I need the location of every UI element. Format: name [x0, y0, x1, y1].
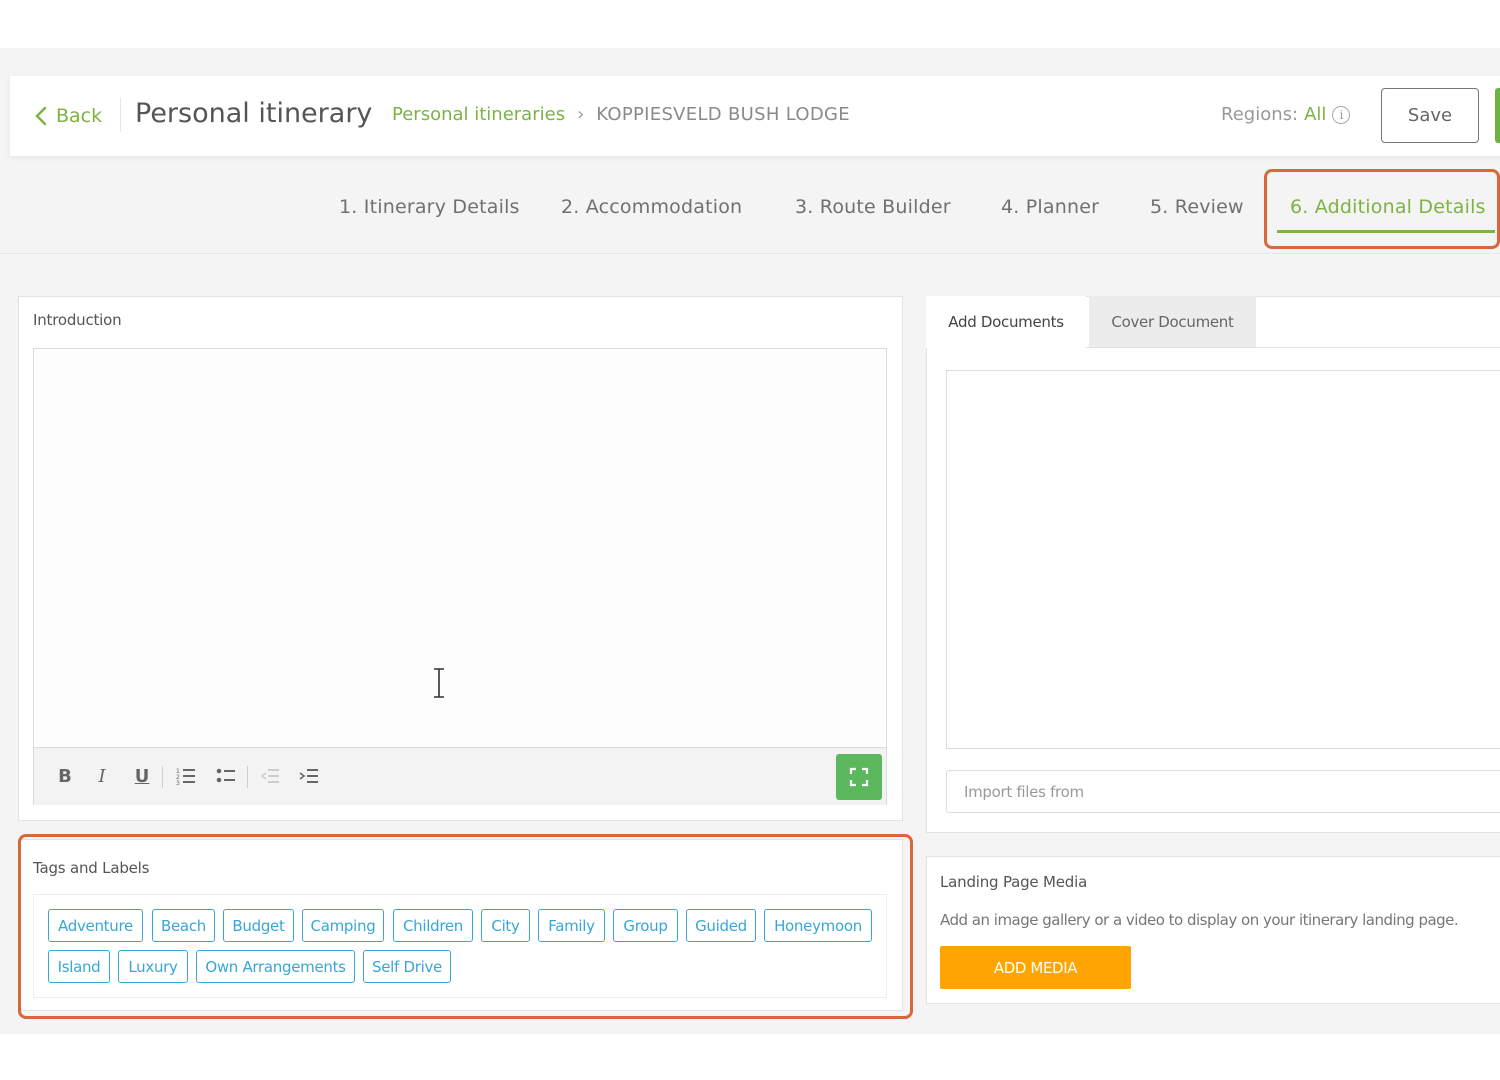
tab-add-documents[interactable]: Add Documents	[926, 296, 1086, 348]
fullscreen-button[interactable]	[836, 754, 882, 800]
tag-island[interactable]: Island	[48, 950, 110, 983]
back-button[interactable]: Back	[34, 100, 102, 132]
header-divider	[120, 98, 121, 132]
tag-group[interactable]: Group	[613, 909, 678, 942]
save-button[interactable]: Save	[1381, 88, 1479, 143]
page-title: Personal itinerary	[135, 98, 373, 129]
landing-media-description: Add an image gallery or a video to displ…	[940, 911, 1459, 929]
tab-cover-document[interactable]: Cover Document	[1089, 296, 1256, 348]
breadcrumb-current: KOPPIESVELD BUSH LODGE	[596, 104, 850, 125]
step-accommodation[interactable]: 2. Accommodation	[561, 196, 742, 218]
text-cursor-icon	[434, 668, 444, 698]
chevron-right-icon: ›	[577, 104, 585, 125]
info-icon[interactable]: i	[1332, 105, 1351, 124]
editor-toolbar: B I U 123	[34, 747, 886, 805]
tag-self-drive[interactable]: Self Drive	[363, 950, 451, 983]
tag-own-arrangements[interactable]: Own Arrangements	[196, 950, 355, 983]
indent-icon[interactable]	[297, 764, 321, 788]
outdent-icon[interactable]	[258, 764, 282, 788]
tag-beach[interactable]: Beach	[152, 909, 215, 942]
tag-honeymoon[interactable]: Honeymoon	[764, 909, 872, 942]
step-planner[interactable]: 4. Planner	[1001, 196, 1099, 218]
introduction-editor[interactable]: B I U 123	[33, 348, 887, 805]
tag-city[interactable]: City	[481, 909, 530, 942]
step-additional-details[interactable]: 6. Additional Details	[1290, 196, 1486, 218]
fullscreen-icon	[849, 767, 869, 787]
toolbar-divider	[247, 766, 248, 788]
wizard-steps: 1. Itinerary Details 2. Accommodation 3.…	[0, 196, 1500, 236]
regions-value: All	[1304, 104, 1327, 125]
primary-action-button-edge[interactable]	[1495, 88, 1500, 143]
tag-camping[interactable]: Camping	[302, 909, 384, 942]
tag-adventure[interactable]: Adventure	[48, 909, 143, 942]
tabs-divider	[1086, 347, 1500, 348]
tag-family[interactable]: Family	[538, 909, 605, 942]
tags-label: Tags and Labels	[33, 859, 150, 877]
ordered-list-icon[interactable]: 123	[174, 764, 198, 788]
tag-budget[interactable]: Budget	[223, 909, 294, 942]
landing-media-title: Landing Page Media	[940, 873, 1088, 891]
tag-luxury[interactable]: Luxury	[118, 950, 188, 983]
regions-label: Regions:	[1221, 104, 1299, 125]
add-media-button[interactable]: ADD MEDIA	[940, 946, 1131, 989]
bullet-list-icon[interactable]	[214, 764, 238, 788]
active-step-underline	[1277, 230, 1495, 233]
breadcrumb-link-personal-itineraries[interactable]: Personal itineraries	[392, 104, 565, 125]
bold-icon[interactable]: B	[53, 764, 77, 788]
back-label: Back	[56, 105, 103, 127]
steps-divider	[0, 253, 1500, 254]
breadcrumb: Personal itineraries › KOPPIESVELD BUSH …	[392, 104, 850, 125]
regions-filter[interactable]: Regions: All i	[1221, 104, 1351, 125]
step-itinerary-details[interactable]: 1. Itinerary Details	[339, 196, 520, 218]
document-drop-zone[interactable]	[946, 370, 1500, 749]
toolbar-divider	[162, 766, 163, 788]
svg-text:3: 3	[176, 780, 180, 785]
chevron-left-icon	[35, 106, 47, 126]
step-review[interactable]: 5. Review	[1150, 196, 1244, 218]
step-route-builder[interactable]: 3. Route Builder	[795, 196, 951, 218]
italic-icon[interactable]: I	[90, 764, 114, 788]
top-header: Back Personal itinerary Personal itinera…	[10, 76, 1500, 156]
import-files-field[interactable]: Import files from	[946, 770, 1500, 813]
tag-guided[interactable]: Guided	[686, 909, 756, 942]
underline-icon[interactable]: U	[130, 764, 154, 788]
introduction-label: Introduction	[33, 311, 122, 329]
tag-children[interactable]: Children	[393, 909, 473, 942]
